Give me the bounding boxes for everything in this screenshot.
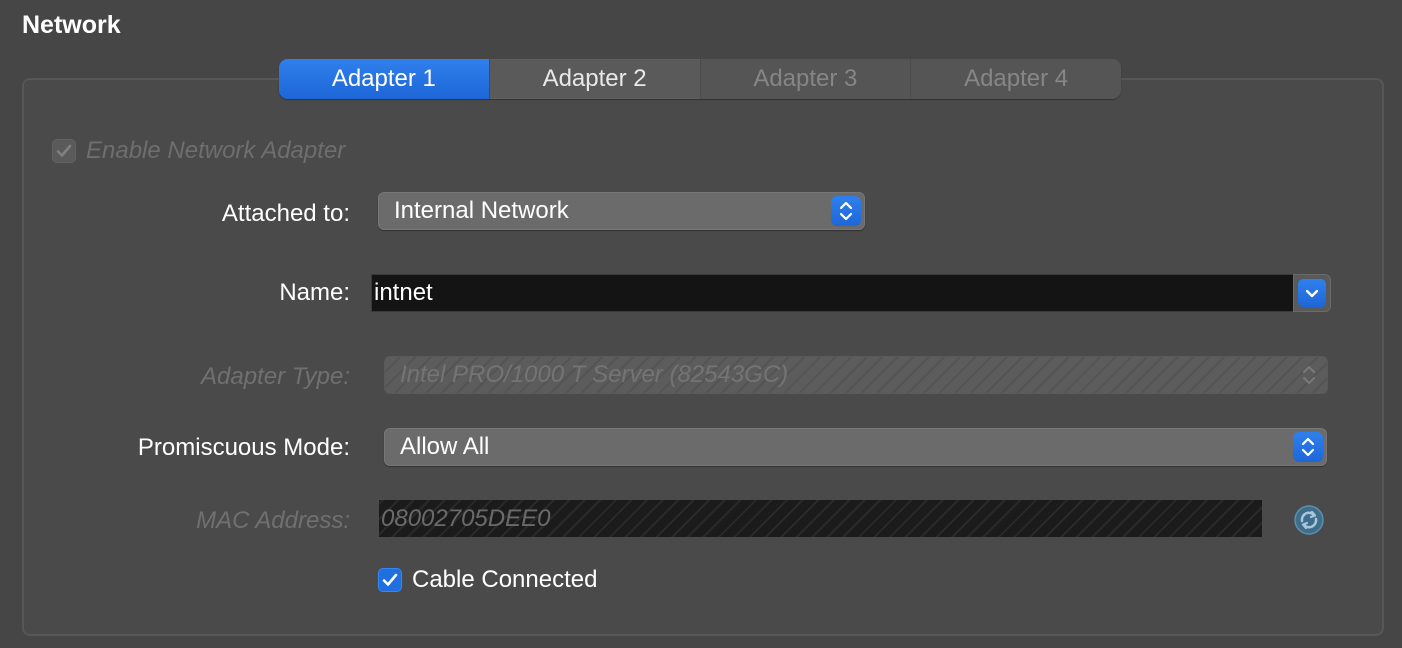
checkmark-icon — [382, 573, 398, 586]
up-down-chevron-icon — [1293, 432, 1323, 462]
promiscuous-mode-label: Promiscuous Mode: — [137, 434, 350, 461]
tab-adapter-1[interactable]: Adapter 1 — [279, 59, 490, 99]
enable-network-adapter-checkbox[interactable] — [52, 139, 76, 163]
adapter-tabs: Adapter 1 Adapter 2 Adapter 3 Adapter 4 — [279, 59, 1121, 99]
attached-to-value: Internal Network — [394, 197, 569, 224]
promiscuous-mode-popup[interactable]: Allow All — [384, 428, 1327, 466]
checkmark-icon — [56, 144, 72, 157]
name-combo — [371, 274, 1331, 312]
attached-to-popup[interactable]: Internal Network — [378, 192, 865, 230]
refresh-mac-icon[interactable] — [1293, 504, 1325, 536]
mac-address-label: MAC Address: — [196, 507, 350, 534]
promiscuous-mode-value: Allow All — [400, 433, 490, 460]
adapter-type-value: Intel PRO/1000 T Server (82543GC) — [400, 361, 789, 388]
tab-adapter-4[interactable]: Adapter 4 — [911, 59, 1121, 99]
enable-network-adapter-row: Enable Network Adapter — [52, 137, 345, 165]
page-title: Network — [22, 11, 121, 39]
tab-adapter-2[interactable]: Adapter 2 — [490, 59, 701, 99]
tab-adapter-3[interactable]: Adapter 3 — [700, 59, 912, 99]
enable-network-adapter-label: Enable Network Adapter — [86, 137, 346, 164]
up-down-chevron-icon — [1294, 360, 1324, 390]
adapter-type-label: Adapter Type: — [201, 363, 350, 390]
up-down-chevron-icon — [831, 196, 861, 226]
cable-connected-checkbox[interactable] — [378, 568, 402, 592]
adapter-type-popup[interactable]: Intel PRO/1000 T Server (82543GC) — [384, 356, 1328, 394]
mac-address-field[interactable]: 08002705DEE0 — [379, 500, 1262, 537]
name-input[interactable] — [371, 274, 1293, 312]
name-label: Name: — [279, 279, 350, 306]
attached-to-label: Attached to: — [221, 200, 350, 227]
cable-connected-row: Cable Connected — [378, 566, 597, 594]
chevron-down-icon — [1305, 289, 1319, 298]
cable-connected-label: Cable Connected — [412, 566, 598, 593]
name-dropdown-button[interactable] — [1293, 274, 1331, 312]
